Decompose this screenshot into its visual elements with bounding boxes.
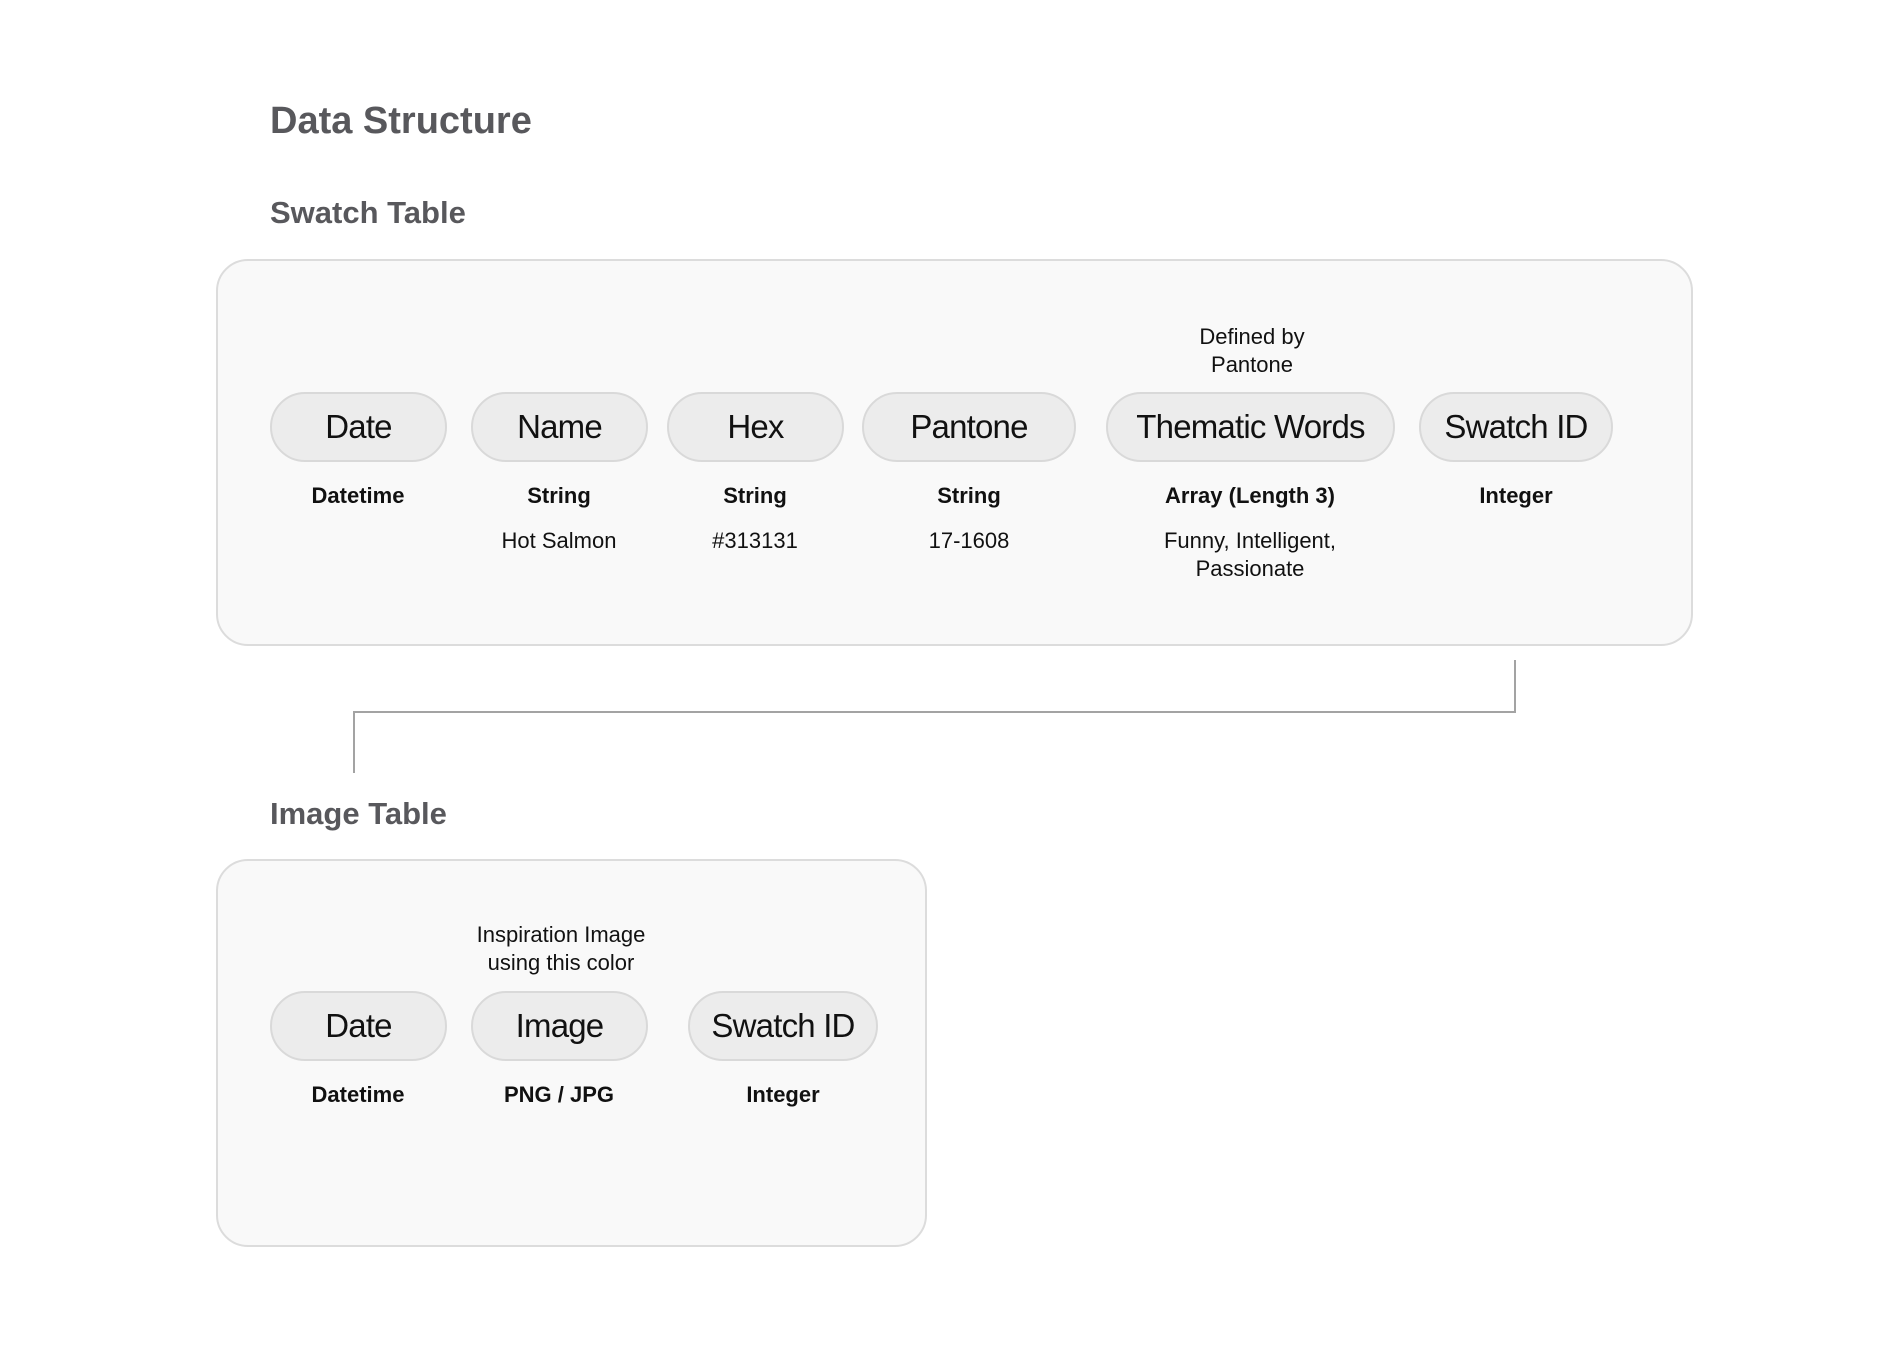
thematic-words-note: Defined by Pantone (1199, 324, 1305, 377)
image-table-heading: Image Table (270, 796, 447, 831)
field-pill-date[interactable]: Date (270, 392, 447, 462)
swatch-table-heading: Swatch Table (270, 195, 466, 230)
field-pill-hex[interactable]: Hex (667, 392, 844, 462)
image-fields-row: Date Image Swatch ID (218, 991, 925, 1061)
type-date: Datetime (311, 1082, 405, 1107)
field-pill-name[interactable]: Name (471, 392, 648, 462)
type-pantone: String (937, 483, 1001, 508)
image-note: Inspiration Image using this color (476, 922, 646, 975)
type-image: PNG / JPG (503, 1082, 615, 1107)
connector-line-down (1514, 660, 1516, 713)
type-name: String (527, 483, 591, 508)
connector-line-horizontal (353, 711, 1516, 713)
swatch-table-box: Defined by Pantone Date Name Hex Pantone… (216, 259, 1693, 646)
field-pill-date[interactable]: Date (270, 991, 447, 1061)
example-hex: #313131 (712, 528, 798, 553)
field-pill-pantone[interactable]: Pantone (862, 392, 1076, 462)
type-thematic-words: Array (Length 3) (1165, 483, 1335, 508)
page-title: Data Structure (270, 100, 532, 142)
field-pill-swatch-id[interactable]: Swatch ID (1419, 392, 1613, 462)
field-pill-image[interactable]: Image (471, 991, 648, 1061)
field-pill-thematic-words[interactable]: Thematic Words (1106, 392, 1395, 462)
field-pill-swatch-id[interactable]: Swatch ID (688, 991, 878, 1061)
image-table-box: Inspiration Image using this color Date … (216, 859, 927, 1247)
example-pantone: 17-1608 (928, 528, 1010, 553)
connector-line-to-image-table (353, 711, 355, 773)
type-swatch-id: Integer (1479, 483, 1553, 508)
type-swatch-id: Integer (746, 1082, 820, 1107)
swatch-fields-row: Date Name Hex Pantone Thematic Words Swa… (218, 392, 1691, 462)
example-name: Hot Salmon (501, 528, 617, 553)
type-hex: String (723, 483, 787, 508)
example-thematic-words: Funny, Intelligent, Passionate (1163, 528, 1337, 581)
type-date: Datetime (311, 483, 405, 508)
